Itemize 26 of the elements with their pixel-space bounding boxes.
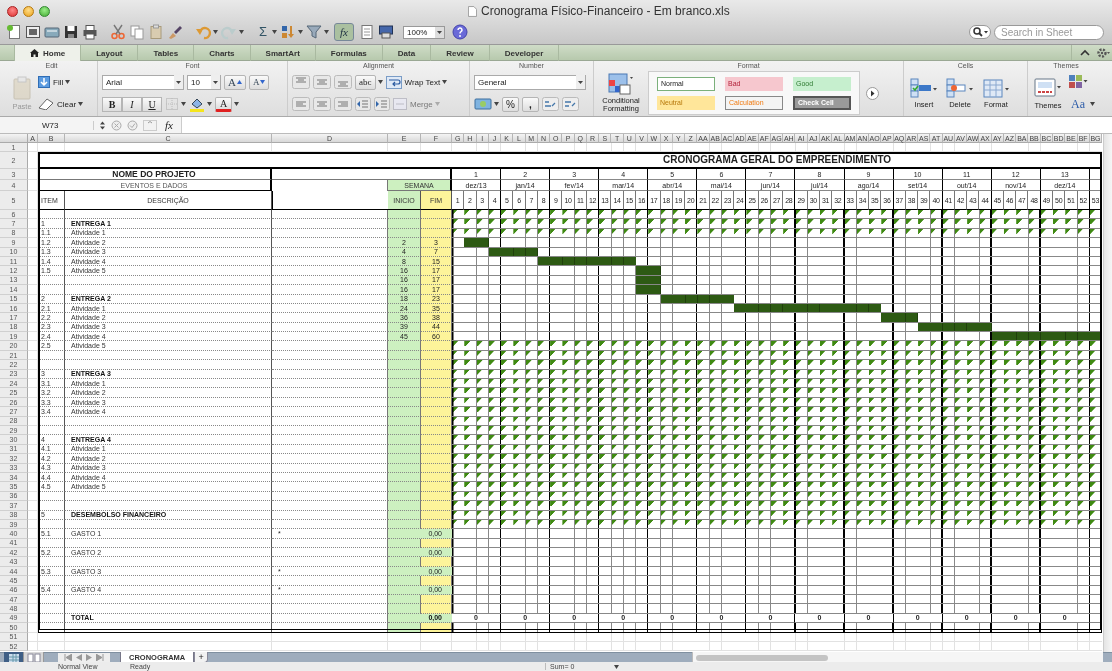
font-color-button[interactable]: A	[215, 96, 232, 112]
sheet-title: CRONOGRAMA GERAL DO EMPREENDIMENTO	[452, 152, 1103, 169]
percent-button[interactable]: %	[502, 96, 519, 112]
theme-fonts-button[interactable]: Aa	[1068, 96, 1088, 112]
font-name-field[interactable]: Arial	[102, 74, 184, 90]
table-cell: NOME DO PROJETO	[38, 169, 272, 180]
comma-style-button[interactable]: ,	[522, 96, 539, 112]
orientation-button[interactable]: abc	[355, 74, 376, 90]
font-size-field[interactable]: 10	[187, 74, 221, 90]
clear-button[interactable]: Clear	[38, 96, 77, 112]
italic-button[interactable]: I	[122, 96, 142, 112]
bold-button[interactable]: B	[102, 96, 122, 112]
sum-button[interactable]: Σ	[256, 24, 270, 40]
number-format-field[interactable]: General	[474, 74, 586, 90]
underline-button[interactable]: U	[142, 96, 162, 112]
window-title: Cronograma Físico-Financeiro - Em branco.xls	[481, 4, 730, 18]
zoom-field[interactable]: 100%	[403, 25, 445, 39]
wrap-text-button[interactable]: Wrap Text	[385, 74, 441, 90]
fill-button[interactable]: Fill	[38, 74, 64, 90]
name-box[interactable]: W73	[28, 120, 94, 130]
ribbon-tab[interactable]: Home	[14, 45, 82, 61]
grow-font-button[interactable]: A	[224, 74, 246, 90]
insert-function-button[interactable]: fx	[162, 119, 176, 131]
search-field[interactable]: Search in Sheet	[994, 24, 1104, 40]
shrink-font-button[interactable]: A	[248, 74, 270, 90]
formula-builder-button[interactable]: fx	[334, 23, 354, 41]
